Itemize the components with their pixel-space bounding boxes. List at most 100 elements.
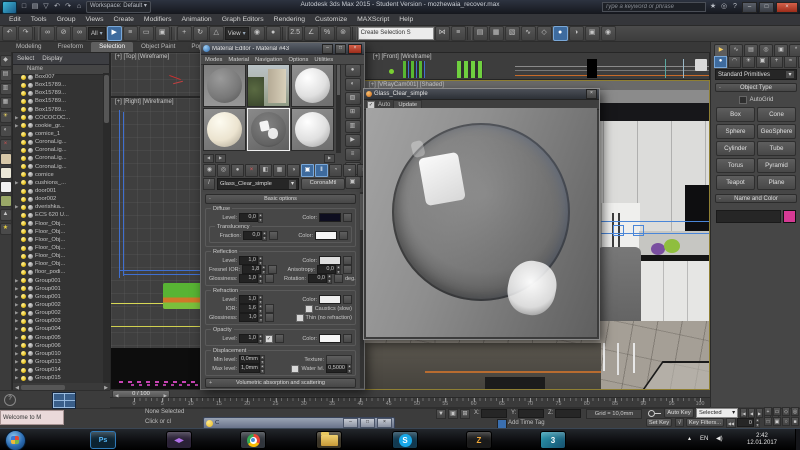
camera-icon[interactable]: ◐ [0, 125, 12, 137]
star-icon[interactable]: ★ [708, 2, 718, 12]
slot-prev-button[interactable]: ◀ [203, 154, 214, 163]
select-and-scale-icon[interactable]: △ [209, 26, 224, 41]
mw-minimize-button[interactable]: – [343, 418, 358, 428]
material-tan-icon[interactable] [0, 153, 12, 165]
color-swatch[interactable] [319, 213, 341, 222]
scene-item[interactable]: ▶Group001 [13, 285, 103, 293]
scene-item[interactable]: ▶Group004 [13, 325, 103, 333]
cat-space-warps[interactable]: ≈ [784, 56, 797, 68]
menu-animation[interactable]: Animation [176, 14, 216, 26]
visibility-bulb-icon[interactable] [21, 376, 26, 381]
map-slot-button[interactable] [343, 265, 352, 274]
scene-item[interactable]: ▶Group006 [13, 342, 103, 350]
track-bar[interactable]: 0510152025303540455055606570758085909510… [110, 398, 710, 408]
expand-arrow-icon[interactable]: ▶ [15, 326, 19, 332]
taskbar-chrome-icon[interactable] [240, 431, 266, 449]
me-minimize-button[interactable]: – [322, 44, 333, 54]
primitive-button-pyramid[interactable]: Pyramid [757, 158, 796, 173]
menu-views[interactable]: Views [80, 14, 108, 26]
mirror-icon[interactable]: ⋈ [435, 26, 450, 41]
spinner-value[interactable]: 1,0 [239, 274, 258, 283]
menu-display[interactable]: Display [42, 55, 62, 62]
viewport-front-label[interactable]: [+] [Front] [Wireframe] [373, 54, 432, 60]
value-spinner[interactable]: 0,0▲▼ [317, 265, 341, 274]
time-slider-handle[interactable]: ◀ 0 / 100 ▶ [112, 390, 170, 398]
value-spinner[interactable]: 1,8▲▼ [242, 265, 266, 274]
rendered-frame-window-icon[interactable]: ▣ [585, 26, 600, 41]
mw-maximize-button[interactable]: □ [360, 418, 375, 428]
slot-next-button[interactable]: ▶ [215, 154, 226, 163]
cat-cameras[interactable]: ▣ [756, 56, 769, 68]
me-menu-navigation[interactable]: Navigation [255, 57, 282, 63]
cat-lights[interactable]: ☀ [742, 56, 755, 68]
expand-arrow-icon[interactable]: ▶ [15, 278, 19, 284]
taskbar-kmplayer-icon[interactable]: ◀▶ [166, 431, 192, 449]
toggle-ribbon-icon[interactable]: ▧ [505, 26, 520, 41]
expand-arrow-icon[interactable]: ▶ [15, 302, 19, 308]
visibility-bulb-icon[interactable] [21, 91, 26, 96]
value-spinner[interactable]: 0,5000▲▼ [326, 364, 352, 373]
open-file-icon[interactable]: ▤ [30, 2, 40, 12]
spinner-value[interactable]: 1,0 [239, 334, 258, 343]
me-menu-material[interactable]: Material [228, 57, 249, 63]
spinner-value[interactable]: 1,0 [239, 256, 258, 265]
scene-item[interactable]: ▶Group005 [13, 334, 103, 342]
spinner-arrows[interactable]: ▲▼ [258, 256, 263, 265]
material-id-icon[interactable]: ◑ [287, 164, 300, 177]
put-to-library-icon[interactable]: ▦ [273, 164, 286, 177]
table-icon[interactable]: ▦ [0, 97, 12, 109]
toggle-layer-explorer-icon[interactable]: ▦ [489, 26, 504, 41]
map-slot-button[interactable] [339, 231, 348, 240]
expand-arrow-icon[interactable]: ▶ [15, 335, 19, 341]
value-spinner[interactable]: 1,0▲▼ [239, 274, 263, 283]
menu-create[interactable]: Create [109, 14, 139, 26]
param-checkbox[interactable] [305, 305, 313, 313]
redo-icon[interactable]: ↷ [18, 26, 33, 41]
visibility-bulb-icon[interactable] [21, 75, 26, 80]
scene-item[interactable]: ▶Group002 [13, 301, 103, 309]
visibility-bulb-icon[interactable] [21, 221, 26, 226]
scene-item[interactable]: ▶Group003 [13, 317, 103, 325]
viewport-front[interactable]: [+] [Front] [Wireframe] [364, 52, 710, 80]
expand-arrow-icon[interactable]: ▶ [15, 286, 19, 292]
material-cream-icon[interactable] [0, 167, 12, 179]
scene-item[interactable]: ▶Group014 [13, 366, 103, 374]
visibility-bulb-icon[interactable] [21, 99, 26, 104]
scene-item[interactable]: Floor_Obj... [13, 244, 103, 252]
primitive-category-dropdown[interactable]: Standard Primitives▾ [715, 69, 797, 80]
visibility-bulb-icon[interactable] [21, 115, 26, 120]
render-production-icon[interactable]: ◉ [601, 26, 616, 41]
spinner-value[interactable]: 0,0 [308, 274, 327, 283]
scene-item[interactable]: ▶Group015 [13, 374, 103, 382]
expand-arrow-icon[interactable]: ▶ [15, 123, 19, 129]
scene-item[interactable]: ▶cookie_gr... [13, 122, 103, 130]
me-menu-options[interactable]: Options [288, 57, 308, 63]
uv-tiling-icon[interactable]: ⊞ [345, 106, 361, 119]
tray-clock[interactable]: 2:42 12.01.2017 [736, 433, 788, 447]
spinner-arrows[interactable]: ▲▼ [258, 313, 263, 322]
cat-geometry[interactable]: ● [714, 56, 727, 68]
menu-edit[interactable]: Edit [4, 14, 26, 26]
toggle-scene-explorer-icon[interactable]: ▤ [473, 26, 488, 41]
primitive-button-cylinder[interactable]: Cylinder [716, 141, 755, 156]
sample-slot-white-1[interactable] [291, 64, 334, 107]
spinner-arrows[interactable]: ▲▼ [258, 334, 263, 343]
spinner-value[interactable]: 1,0 [239, 295, 258, 304]
percent-snap-icon[interactable]: % [320, 26, 335, 41]
sample-slot-white-2[interactable] [291, 108, 334, 151]
value-spinner[interactable]: 1,0▲▼ [239, 256, 263, 265]
ribbon-tab-object-paint[interactable]: Object Paint [133, 42, 183, 52]
color-swatch[interactable] [315, 231, 337, 240]
taskbar-file-explorer-icon[interactable] [316, 431, 342, 449]
reset-map-icon[interactable]: × [245, 164, 258, 177]
viewport-nav-button[interactable]: ◇ [782, 407, 790, 416]
param-checkbox[interactable] [296, 314, 304, 322]
selection-set-dropdown[interactable]: Selected▾ [696, 408, 738, 418]
visibility-bulb-icon[interactable] [21, 319, 26, 324]
playback-button[interactable]: ▶ [756, 408, 763, 418]
delete-light-icon[interactable]: × [0, 139, 12, 151]
visibility-bulb-icon[interactable] [21, 351, 26, 356]
use-pivot-center-icon[interactable]: ◉ [250, 26, 265, 41]
spinner-arrows[interactable]: ▲▼ [258, 213, 263, 222]
visibility-bulb-icon[interactable] [21, 140, 26, 145]
